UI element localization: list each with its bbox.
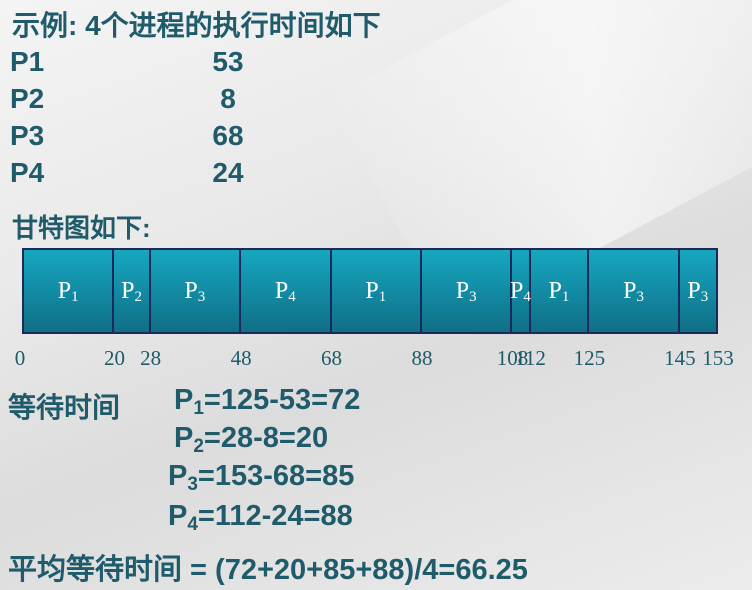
process-row: P2 8 [10,83,270,119]
process-name: P4 [10,157,45,188]
gantt-segment: P2 [114,250,151,332]
formula-subscript: 3 [187,474,198,495]
average-waiting-time: 平均等待时间 = (72+20+85+88)/4=66.25 [8,554,528,586]
time-tick-label: 20 [103,346,125,370]
waiting-time-label: 等待时间 [8,392,121,423]
time-tick-label: 153 [702,346,734,370]
time-tick-label: 0 [14,346,26,370]
formula-expression: =125-53=72 [203,384,361,416]
gantt-time-axis: 0 20 28 48 68 88 108 112 125 145 153 [0,346,752,372]
formula-subscript: 2 [193,436,204,457]
time-tick-label: 88 [411,346,433,370]
segment-subscript: 2 [134,288,142,305]
time-tick-label: 145 [664,346,696,370]
gantt-segment: P3 [150,250,242,332]
formula-subscript: 4 [187,514,198,535]
segment-process: P [184,277,198,304]
formula-subscript: 1 [193,398,204,419]
gantt-heading: 甘特图如下: [12,213,151,243]
gantt-segment: P3 [679,250,716,332]
gantt-chart: P1P2P3P4P1P3P4P1P3P3 [22,248,718,334]
process-row: P4 24 [10,157,270,193]
segment-subscript: 3 [469,288,477,305]
segment-process: P [57,277,72,304]
formula-expression: =28-8=20 [203,422,329,454]
process-time: 8 [220,83,236,114]
waiting-formula-p3: P3=153-68=85 [168,460,355,495]
process-row: P3 68 [10,120,270,156]
time-tick-label: 28 [140,346,162,370]
gantt-segment: P1 [331,250,422,332]
formula-process: P [174,384,194,416]
time-tick-label: 48 [230,346,252,370]
segment-process: P [510,277,524,304]
slide-title: 示例: 4个进程的执行时间如下 [12,10,381,41]
segment-process: P [274,277,289,304]
time-tick-label: 125 [573,346,606,370]
segment-process: P [687,277,701,304]
formula-process: P [174,422,194,454]
formula-process: P [168,500,188,532]
time-tick-label: 112 [515,346,546,370]
segment-process: P [548,277,562,304]
segment-subscript: 4 [288,288,296,305]
formula-process: P [168,460,188,492]
waiting-formula-p2: P2=28-8=20 [174,422,329,457]
segment-process: P [455,277,470,304]
process-row: P1 53 [10,46,270,82]
gantt-segment: P4 [241,250,332,332]
process-name: P2 [10,83,45,114]
process-name: P1 [10,46,45,77]
segment-subscript: 1 [378,288,387,305]
segment-subscript: 4 [523,288,531,305]
gantt-segment: P3 [421,250,513,332]
gantt-segment: P1 [530,250,590,332]
formula-expression: =112-24=88 [197,500,353,532]
process-name: P3 [10,120,45,151]
segment-process: P [121,277,135,304]
process-time: 53 [212,46,244,77]
segment-subscript: 3 [636,288,644,305]
formula-expression: =153-68=85 [197,460,355,492]
waiting-formula-p1: P1=125-53=72 [174,384,361,419]
segment-subscript: 1 [71,288,79,305]
segment-subscript: 3 [197,288,206,305]
gantt-segment: P3 [589,250,680,332]
segment-subscript: 1 [561,288,570,305]
gantt-segment: P1 [24,250,115,332]
gantt-segment: P4 [510,250,531,332]
time-tick-label: 68 [321,346,343,370]
process-time: 24 [212,157,244,188]
waiting-formula-p4: P4=112-24=88 [168,500,353,535]
segment-process: P [365,277,379,304]
segment-subscript: 3 [700,288,709,305]
segment-process: P [623,277,637,304]
process-time: 68 [212,120,244,151]
